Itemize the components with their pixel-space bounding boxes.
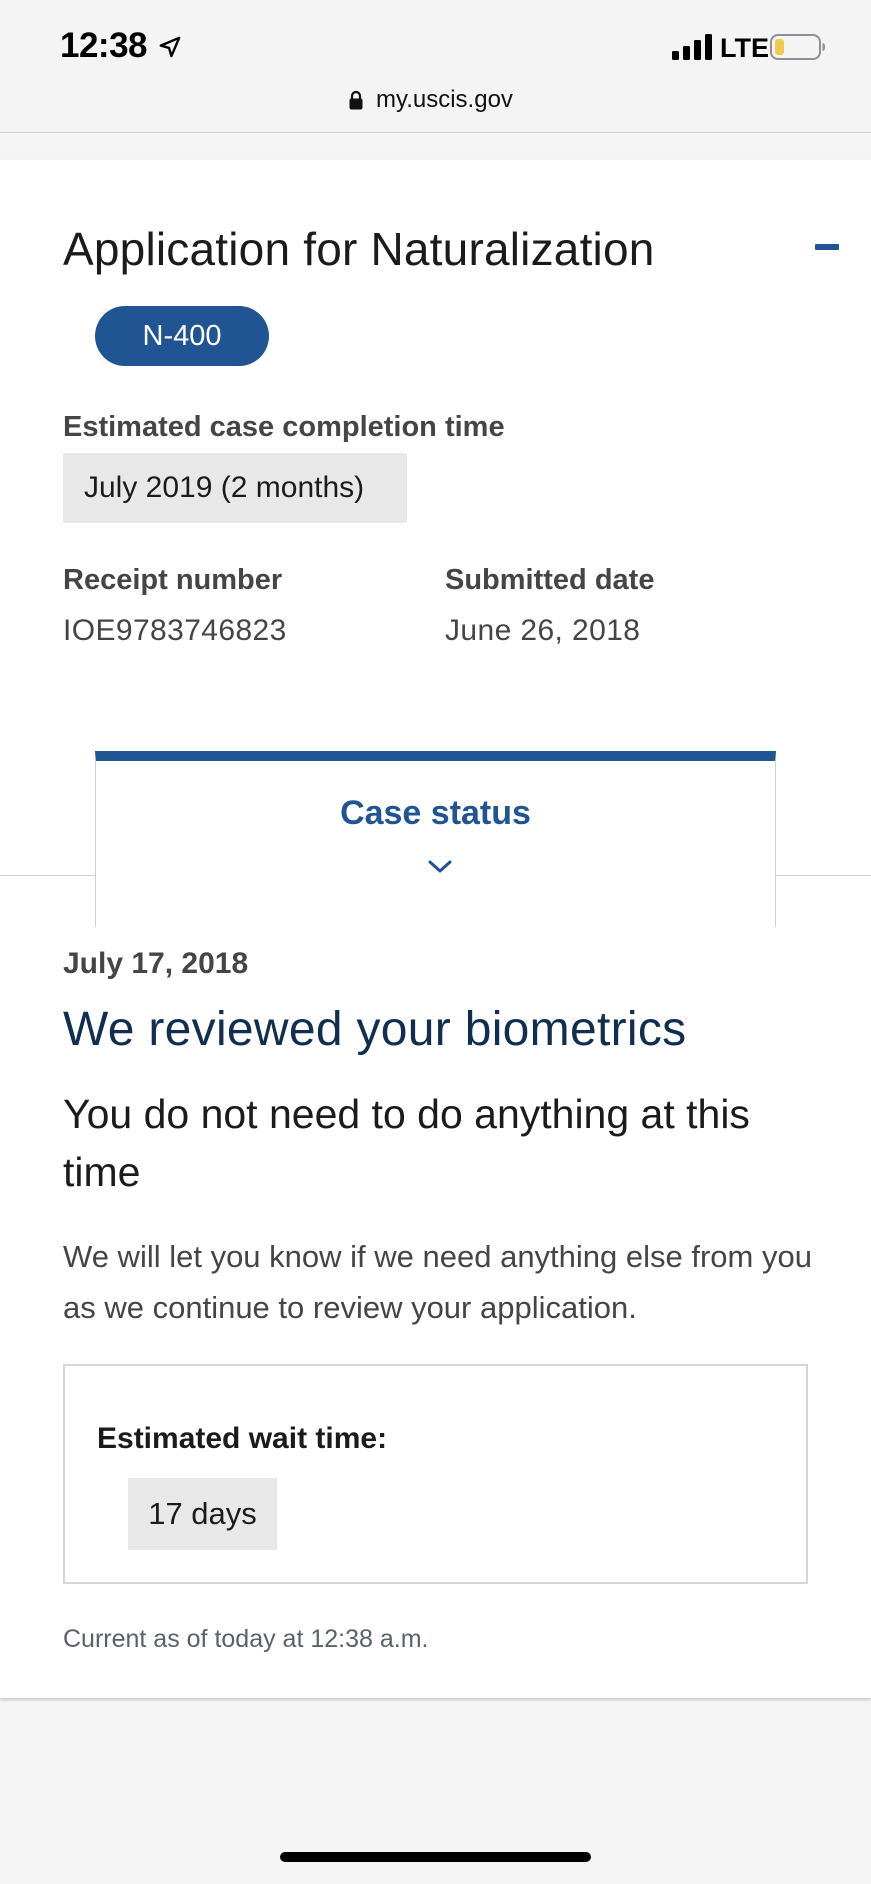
wait-time-value: 17 days [128, 1478, 277, 1550]
lock-icon [349, 90, 363, 110]
status-subheading: You do not need to do anything at this t… [63, 1091, 750, 1195]
status-time: 12:38 [60, 26, 148, 65]
form-badge: N-400 [95, 306, 269, 366]
home-indicator[interactable] [280, 1852, 591, 1862]
url-bar[interactable]: my.uscis.gov [376, 86, 513, 114]
application-title: Application for Naturalization [63, 223, 655, 275]
submitted-date-value: June 26, 2018 [445, 614, 641, 647]
minus-icon[interactable] [815, 244, 839, 250]
submitted-date-label: Submitted date [445, 564, 655, 596]
wait-time-label: Estimated wait time: [97, 1422, 388, 1455]
tab-case-status[interactable] [95, 751, 776, 927]
estimated-completion-label: Estimated case completion time [63, 411, 505, 443]
location-arrow-icon [159, 36, 181, 58]
receipt-number-label: Receipt number [63, 564, 283, 596]
receipt-number-value: IOE9783746823 [63, 614, 287, 647]
estimated-completion-value: July 2019 (2 months) [63, 453, 407, 523]
cellular-signal-icon [672, 34, 712, 60]
battery-icon [770, 34, 825, 60]
wait-time-box [63, 1364, 808, 1584]
status-description: We will let you know if we need anything… [63, 1239, 812, 1325]
current-as-of-note: Current as of today at 12:38 a.m. [63, 1625, 429, 1653]
network-type: LTE [720, 33, 769, 63]
status-heading: We reviewed your biometrics [63, 1003, 687, 1056]
chevron-down-icon[interactable] [428, 860, 452, 874]
status-date: July 17, 2018 [63, 947, 249, 980]
tab-case-status-label[interactable]: Case status [95, 794, 776, 833]
